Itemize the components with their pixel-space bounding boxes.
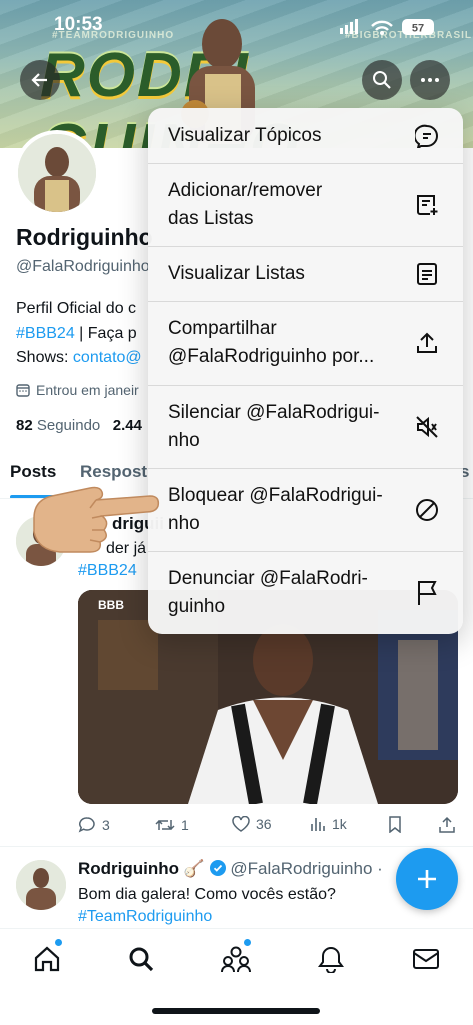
status-icons: 57: [340, 19, 434, 35]
share-button[interactable]: [439, 816, 455, 833]
calendar-icon: [16, 384, 30, 397]
search-icon: [129, 947, 154, 972]
post2-header: Rodriguinho 🪕 @FalaRodriguinho ·: [78, 859, 383, 878]
share-icon: [439, 816, 455, 833]
views-icon: [311, 818, 325, 831]
lists-icon: [413, 260, 441, 288]
post2-author[interactable]: Rodriguinho: [78, 859, 179, 878]
menu-item-add-remove-lists[interactable]: Adicionar/remover das Listas: [148, 163, 463, 247]
nav-home[interactable]: [31, 943, 63, 975]
profile-avatar[interactable]: [14, 130, 100, 216]
post2-text: Bom dia galera! Como vocês estão? #TeamR…: [78, 884, 336, 928]
mute-icon: [413, 413, 441, 441]
bio-link[interactable]: contato@: [73, 349, 142, 366]
battery-level: 57: [412, 23, 424, 35]
like-count: 36: [256, 816, 272, 832]
nav-search[interactable]: [125, 943, 157, 975]
nav-communities[interactable]: [220, 943, 252, 975]
post2-avatar[interactable]: [16, 860, 66, 910]
follow-counts[interactable]: 82 Seguindo 2.44: [16, 417, 142, 434]
mail-icon: [413, 949, 439, 969]
reply-button[interactable]: 3: [78, 816, 110, 834]
guitar-emoji: 🪕: [183, 859, 205, 878]
bookmark-button[interactable]: [388, 816, 402, 833]
block-icon: [413, 496, 441, 524]
repost-icon: [155, 819, 175, 831]
bio-line-3: Shows: contato@: [16, 349, 142, 366]
communities-icon: [221, 946, 251, 973]
communities-notification-dot: [244, 939, 251, 946]
search-icon: [373, 71, 391, 89]
nav-notifications[interactable]: [315, 943, 347, 975]
post2-hashtag[interactable]: #TeamRodriguinho: [78, 906, 336, 928]
share-icon: [413, 329, 441, 357]
views-count: 1k: [332, 816, 347, 832]
reply-icon: [78, 817, 95, 833]
menu-item-view-topics[interactable]: Visualizar Tópicos: [148, 108, 463, 164]
topics-icon: [413, 122, 441, 150]
views-button[interactable]: 1k: [310, 816, 347, 832]
divider: [0, 846, 473, 847]
media-logo: BBB: [98, 598, 124, 612]
like-button[interactable]: 36: [232, 816, 272, 832]
search-button[interactable]: [362, 60, 402, 100]
reply-count: 3: [102, 817, 110, 833]
home-icon: [34, 946, 60, 972]
bio-line-2: #BBB24 | Faça p: [16, 325, 137, 342]
following-label: Seguindo: [36, 417, 101, 434]
home-notification-dot: [55, 939, 62, 946]
compose-button[interactable]: [396, 848, 458, 910]
followers-count: 2.44: [112, 417, 142, 434]
back-button[interactable]: [20, 60, 60, 100]
profile-handle: @FalaRodriguinho: [16, 258, 150, 275]
repost-count: 1: [181, 817, 189, 833]
verified-icon: [209, 860, 226, 876]
repost-button[interactable]: 1: [155, 816, 189, 834]
more-options-button[interactable]: [410, 60, 450, 100]
menu-item-block[interactable]: Bloquear @FalaRodrigui- nho: [148, 468, 463, 552]
arrow-left-icon: [31, 73, 47, 87]
bookmark-icon: [389, 816, 401, 833]
joined-date: Entrou em janeir: [16, 382, 139, 398]
following-count: 82: [16, 417, 33, 434]
bio-line-1: Perfil Oficial do c: [16, 300, 137, 317]
bell-icon: [318, 946, 344, 973]
menu-item-mute[interactable]: Silenciar @FalaRodrigui- nho: [148, 385, 463, 469]
status-time: 10:53: [54, 14, 103, 35]
menu-item-report[interactable]: Denunciar @FalaRodri- guinho: [148, 551, 463, 634]
menu-item-view-lists[interactable]: Visualizar Listas: [148, 246, 463, 302]
profile-options-menu: Visualizar Tópicos Adicionar/remover das…: [148, 108, 463, 634]
pointing-hand-emoji: [33, 486, 160, 553]
menu-item-share-profile[interactable]: Compartilhar @FalaRodriguinho por...: [148, 301, 463, 386]
home-indicator: [152, 1008, 320, 1014]
plus-icon: [418, 870, 436, 888]
nav-messages[interactable]: [410, 943, 442, 975]
flag-icon: [413, 579, 441, 607]
post2-handle: @FalaRodriguinho: [230, 859, 373, 878]
bio-hashtag[interactable]: #BBB24: [16, 325, 75, 342]
post1-hashtag[interactable]: #BBB24: [78, 560, 146, 582]
more-icon: [421, 78, 439, 82]
heart-icon: [232, 816, 250, 832]
list-add-icon: [413, 191, 441, 219]
profile-name: Rodriguinho: [16, 224, 153, 250]
